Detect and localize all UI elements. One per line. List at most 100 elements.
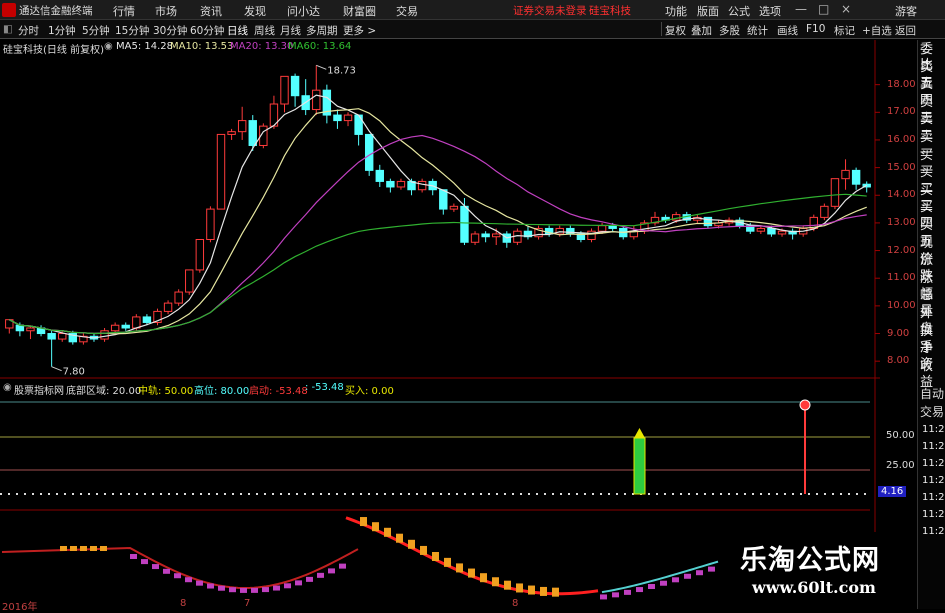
osc-orange-block bbox=[420, 545, 427, 555]
watermark-url: www.60lt.com bbox=[752, 578, 876, 597]
osc-orange-block bbox=[384, 527, 391, 537]
osc-orange-block bbox=[528, 585, 535, 595]
price-tick-label: 16.00 bbox=[887, 133, 916, 145]
sidebar-trade-label[interactable]: 交易 bbox=[920, 405, 944, 419]
osc-purple-block bbox=[600, 594, 607, 600]
osc-purple-block bbox=[672, 577, 679, 583]
osc-purple-block bbox=[207, 583, 214, 589]
candle-up bbox=[216, 133, 226, 210]
candle-up bbox=[163, 302, 173, 312]
osc-purple-block bbox=[273, 585, 280, 591]
osc-purple-block bbox=[612, 592, 619, 598]
candle-down bbox=[481, 233, 490, 238]
sidebar-time: 11:29 bbox=[922, 492, 945, 503]
candle-down bbox=[460, 205, 469, 243]
osc-purple-block bbox=[684, 573, 691, 579]
candle-up bbox=[830, 178, 840, 207]
candle-down bbox=[608, 225, 617, 229]
osc-purple-block bbox=[328, 568, 335, 574]
osc-purple-block bbox=[174, 573, 181, 579]
date-year: 2016年 bbox=[2, 602, 38, 613]
candle-down bbox=[767, 227, 776, 235]
candle-up bbox=[343, 114, 353, 122]
indicator-name[interactable]: 股票指标网 bbox=[14, 382, 64, 397]
ma5-line bbox=[9, 94, 868, 339]
candle-down bbox=[386, 180, 395, 188]
osc-purple-block bbox=[339, 563, 346, 569]
osc-orange-block bbox=[468, 568, 475, 578]
high-pointer bbox=[316, 64, 327, 70]
watermark: 乐淘公式网 www.60lt.com bbox=[734, 532, 917, 609]
candle-up bbox=[449, 205, 459, 210]
osc-red-low bbox=[1, 546, 359, 589]
colon-value-label: : -53.48 bbox=[305, 382, 344, 393]
candle-up bbox=[820, 205, 829, 218]
osc-orange-block bbox=[90, 546, 97, 551]
osc-purple-block bbox=[152, 564, 159, 570]
candle-up bbox=[470, 233, 480, 243]
sidebar-field[interactable]: 收益 bbox=[920, 359, 945, 391]
candle-up bbox=[237, 120, 247, 133]
osc-orange-block bbox=[396, 533, 403, 543]
sidebar-time: 11:29 bbox=[922, 509, 945, 520]
candle-up bbox=[26, 327, 35, 332]
candle-up bbox=[58, 333, 67, 340]
indicator-settings-icon[interactable]: ◉ bbox=[3, 382, 12, 393]
osc-purple-block bbox=[218, 585, 225, 591]
osc-purple-block bbox=[317, 572, 324, 578]
osc-orange-block bbox=[100, 546, 107, 551]
osc-orange-block bbox=[516, 583, 523, 593]
kline-chart[interactable]: 18.73 7.80 bbox=[0, 0, 945, 609]
osc-cyan-line bbox=[601, 560, 719, 594]
candle-up bbox=[756, 227, 766, 232]
ind-axis-25: 25.00 bbox=[886, 460, 915, 471]
date-month-8a: 8 bbox=[180, 598, 187, 609]
candle-up bbox=[227, 131, 236, 135]
osc-orange-block bbox=[372, 522, 379, 532]
candle-up bbox=[597, 225, 607, 232]
candle-up bbox=[100, 330, 109, 340]
candle-up bbox=[841, 169, 850, 180]
price-tick-label: 13.00 bbox=[887, 216, 916, 228]
ind-axis-50: 50.00 bbox=[886, 430, 915, 441]
osc-purple-block bbox=[624, 589, 631, 595]
candle-down bbox=[566, 227, 575, 235]
sidebar-time: 11:29 bbox=[922, 526, 945, 537]
osc-purple-block bbox=[636, 587, 643, 593]
osc-purple-block bbox=[295, 580, 302, 586]
sidebar-trade-label[interactable]: 自动 bbox=[920, 387, 944, 401]
sidebar-time: 11:28 bbox=[922, 441, 945, 452]
osc-orange-block bbox=[552, 587, 559, 597]
osc-orange-block bbox=[540, 586, 547, 596]
osc-red-rise bbox=[345, 516, 599, 596]
price-tick-label: 11.00 bbox=[887, 272, 916, 284]
osc-purple-block bbox=[196, 580, 203, 586]
osc-orange-block bbox=[480, 573, 487, 583]
low-price-label: 7.80 bbox=[63, 367, 85, 378]
sell-signal-dot bbox=[799, 399, 811, 411]
candle-up bbox=[280, 75, 289, 105]
high-label: 高位: 80.00 bbox=[194, 386, 250, 397]
osc-orange-block bbox=[504, 580, 511, 590]
osc-purple-block bbox=[660, 580, 667, 586]
candle-up bbox=[174, 291, 183, 304]
start-label: 启动: -53.48 bbox=[249, 386, 308, 397]
candle-down bbox=[364, 133, 374, 171]
candle-down bbox=[121, 324, 130, 329]
candle-up bbox=[110, 324, 120, 332]
osc-purple-block bbox=[240, 587, 247, 593]
osc-orange-block bbox=[492, 577, 499, 587]
candle-up bbox=[185, 269, 194, 293]
sidebar-time: 11:28 bbox=[922, 458, 945, 469]
buy-label: 买入: 0.00 bbox=[345, 386, 394, 397]
osc-orange-block bbox=[80, 546, 87, 551]
date-month-8b: 8 bbox=[512, 598, 519, 609]
indicator-header: ◉ 股票指标网 底部区域: 20.00 中轨: 50.00 高位: 80.00 … bbox=[0, 381, 880, 397]
candle-down bbox=[15, 324, 25, 332]
ma20-line bbox=[9, 134, 867, 335]
candle-down bbox=[333, 114, 342, 122]
price-tick-label: 10.00 bbox=[887, 299, 916, 311]
zone-low-label: 底部区域: 20.00 bbox=[66, 386, 142, 397]
osc-orange-block bbox=[60, 546, 67, 551]
candle-up bbox=[312, 89, 321, 111]
